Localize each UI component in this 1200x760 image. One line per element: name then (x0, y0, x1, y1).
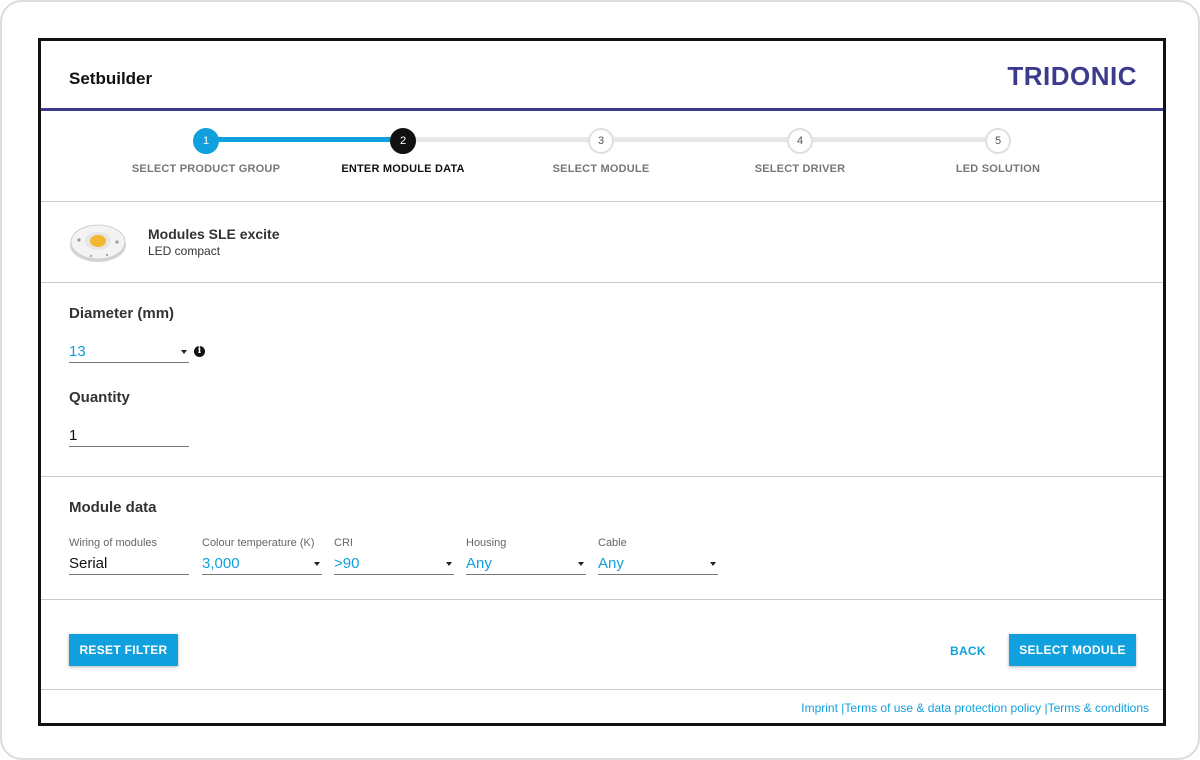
colour-temperature-label: Colour temperature (K) (202, 537, 315, 549)
chevron-down-icon (710, 562, 716, 566)
step-5[interactable]: 5 LED SOLUTION (898, 128, 1098, 175)
terms-of-use-link[interactable]: Terms of use & data protection policy (844, 701, 1041, 715)
wiring-value: Serial (69, 555, 108, 572)
step-4-label: SELECT DRIVER (754, 163, 846, 175)
terms-conditions-link[interactable]: Terms & conditions (1048, 701, 1149, 715)
tridonic-logo: TRIDONIC (1007, 61, 1137, 91)
chevron-down-icon (314, 562, 320, 566)
chevron-down-icon (181, 350, 187, 354)
product-summary: Modules SLE excite LED compact (41, 202, 1163, 283)
colour-temperature-select[interactable]: 3,000 (202, 551, 322, 575)
step-1-circle: 1 (193, 128, 219, 154)
wiring-field[interactable]: Serial (69, 551, 189, 575)
step-5-label: LED SOLUTION (955, 163, 1041, 175)
progress-stepper: 1 SELECT PRODUCT GROUP 2 ENTER MODULE DA… (41, 114, 1163, 202)
cri-value: >90 (334, 555, 360, 572)
cri-select[interactable]: >90 (334, 551, 454, 575)
step-2-circle: 2 (390, 128, 416, 154)
module-data-section: Module data Wiring of modules Serial Col… (41, 477, 1163, 600)
diameter-select[interactable]: 13 (69, 339, 189, 363)
step-5-circle: 5 (985, 128, 1011, 154)
app-window: Setbuilder TRIDONIC 1 SELECT PRODUCT GRO… (38, 38, 1166, 726)
diameter-value: 13 (69, 343, 86, 360)
back-button[interactable]: BACK (950, 644, 986, 658)
housing-select[interactable]: Any (466, 551, 586, 575)
info-icon[interactable]: i (194, 346, 205, 357)
action-bar: RESET FILTER BACK SELECT MODULE (41, 600, 1163, 690)
reset-filter-button[interactable]: RESET FILTER (69, 634, 178, 666)
select-module-button[interactable]: SELECT MODULE (1009, 634, 1136, 666)
step-2-label: ENTER MODULE DATA (341, 163, 465, 175)
step-2[interactable]: 2 ENTER MODULE DATA (303, 128, 503, 175)
step-3-label: SELECT MODULE (552, 163, 650, 175)
quantity-label: Quantity (69, 389, 130, 406)
imprint-link[interactable]: Imprint (801, 701, 838, 715)
chevron-down-icon (578, 562, 584, 566)
cable-select[interactable]: Any (598, 551, 718, 575)
cable-value: Any (598, 555, 624, 572)
product-name: Modules SLE excite (148, 226, 280, 242)
step-1[interactable]: 1 SELECT PRODUCT GROUP (106, 128, 306, 175)
step-3-circle: 3 (588, 128, 614, 154)
app-title: Setbuilder (69, 69, 153, 88)
step-4[interactable]: 4 SELECT DRIVER (700, 128, 900, 175)
cable-label: Cable (598, 537, 627, 549)
chevron-down-icon (446, 562, 452, 566)
colour-temperature-value: 3,000 (202, 555, 240, 572)
wiring-label: Wiring of modules (69, 537, 158, 549)
device-frame: Setbuilder TRIDONIC 1 SELECT PRODUCT GRO… (0, 0, 1200, 760)
quantity-value: 1 (69, 427, 78, 444)
housing-value: Any (466, 555, 492, 572)
quantity-input[interactable]: 1 (69, 423, 189, 447)
housing-label: Housing (466, 537, 507, 549)
product-type: LED compact (148, 244, 221, 258)
app-header: Setbuilder TRIDONIC (41, 41, 1163, 111)
step-3[interactable]: 3 SELECT MODULE (501, 128, 701, 175)
footer-links: Imprint |Terms of use & data protection … (801, 701, 1149, 715)
led-module-image (70, 224, 126, 262)
step-4-circle: 4 (787, 128, 813, 154)
cri-label: CRI (334, 537, 353, 549)
module-data-title: Module data (69, 499, 157, 516)
module-parameters: Diameter (mm) 13 i Quantity 1 (41, 283, 1163, 477)
step-1-label: SELECT PRODUCT GROUP (131, 163, 281, 175)
diameter-label: Diameter (mm) (69, 305, 175, 322)
